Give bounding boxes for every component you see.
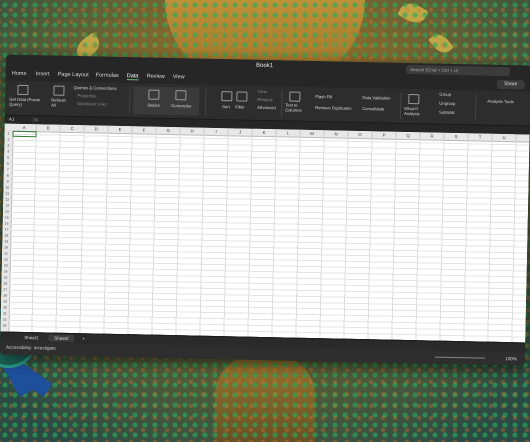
excel-window: Book1 Search (Cmd + Ctrl + U) Home Inser… [0,54,530,366]
tab-formulas[interactable]: Formulas [96,72,119,78]
data-validation-button[interactable]: Data Validation [362,95,390,101]
tab-data[interactable]: Data [126,73,139,81]
add-sheet-button[interactable]: + [76,335,91,342]
sheet-tab-sheet2[interactable]: Sheet2 [48,334,75,343]
ribbon-separator [474,94,477,121]
name-box[interactable]: A1 [6,116,34,124]
tab-page-layout[interactable]: Page Layout [58,72,89,79]
sheet-tab-sheet1[interactable]: Sheet1 [18,334,44,342]
tab-view[interactable]: View [173,74,185,80]
ungroup-button[interactable]: Ungroup [439,101,455,106]
filter-icon [236,91,248,102]
clear-button[interactable]: Clear [257,89,267,94]
reapply-button[interactable]: Reapply [257,97,272,102]
ribbon-separator [128,87,131,114]
tab-home[interactable]: Home [12,71,27,77]
text-to-columns-icon [289,91,301,102]
what-if-icon [408,94,420,105]
refresh-icon [53,85,65,96]
get-data-icon [17,84,29,96]
cell-area[interactable] [8,130,530,343]
data-types-group [132,86,200,116]
ribbon-separator [399,92,402,119]
properties-button[interactable]: Properties [77,93,96,98]
accessibility-status[interactable]: Accessibility: Investigate [6,345,56,351]
what-if-analysis-button[interactable]: What-If Analysis [404,106,424,116]
text-to-columns-button[interactable]: Text to Columns [285,102,305,112]
worksheet-grid[interactable]: ABCDEFGHIJKLMNOPQRSTU 1 2 3 4 5 6 7 8 9 10 11 12 13 1… [0,123,530,343]
analysis-tools-button[interactable]: Analysis Tools [487,99,514,105]
queries-connections-button[interactable]: Queries & Connections [73,85,116,91]
workbook-links-button[interactable]: Workbook Links [77,101,107,107]
group-button[interactable]: Group [439,92,451,97]
flash-fill-button[interactable]: Flash Fill [315,94,332,99]
search-box[interactable]: Search (Cmd + Ctrl + U) [405,64,511,77]
subtotal-button[interactable]: Subtotal [439,110,454,115]
advanced-button[interactable]: Advanced [257,105,276,110]
share-button[interactable]: Share [496,79,525,90]
zoom-level[interactable]: 100% [505,356,517,361]
sort-button[interactable]: Sort [222,104,230,109]
currencies-button[interactable]: Currencies [171,103,191,108]
tab-review[interactable]: Review [147,74,165,80]
tab-insert[interactable]: Insert [36,71,50,77]
get-data-button[interactable]: Get Data (Power Query) [9,97,43,108]
consolidate-button[interactable]: Consolidate [362,106,384,111]
ribbon-separator [204,88,207,115]
zoom-slider[interactable] [434,356,485,359]
sort-icon [221,91,233,102]
selected-cell[interactable] [12,130,37,138]
stocks-icon [148,89,160,100]
remove-duplicates-button[interactable]: Remove Duplicates [315,105,351,111]
window-title: Book1 [255,62,274,70]
fx-icon[interactable]: fx [35,117,39,122]
currencies-icon [175,90,187,101]
stocks-button[interactable]: Stocks [147,103,160,108]
filter-button[interactable]: Filter [235,104,244,109]
row-header-33[interactable]: 33 [0,323,8,329]
refresh-all-button[interactable]: Refresh All [51,98,67,108]
ribbon-separator [280,90,283,117]
